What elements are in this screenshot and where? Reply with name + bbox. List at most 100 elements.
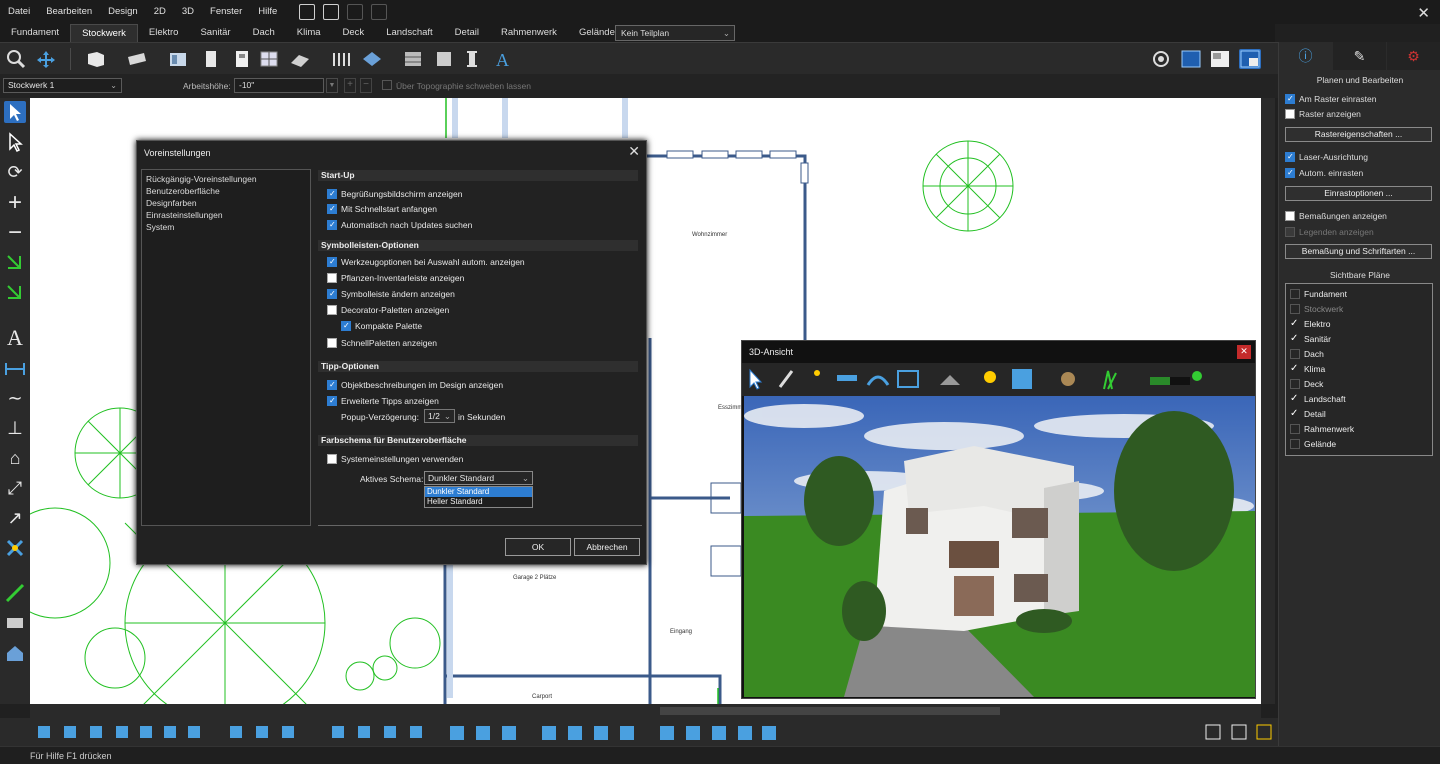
menu-3d[interactable]: 3D [174,0,202,24]
tab-deck[interactable]: Deck [332,24,376,42]
pan-icon[interactable] [35,49,57,69]
info-tab-icon[interactable]: ⓘ [1279,42,1332,70]
tab-elektro[interactable]: Elektro [138,24,190,42]
plus-icon[interactable]: + [344,78,356,93]
popup-delay-select[interactable]: 1/2 ⌄ [424,409,455,423]
compact-palette-checkbox[interactable] [341,321,351,331]
menu-help[interactable]: Hilfe [250,0,285,24]
tab-stockwerk[interactable]: Stockwerk [70,24,138,42]
wall-icon[interactable] [85,49,107,69]
window-close-icon[interactable]: ✕ [1417,4,1430,22]
home-icon[interactable] [4,642,26,664]
target-view-icon[interactable] [1150,49,1172,69]
shelf-icon[interactable] [433,49,455,69]
add-point-icon[interactable]: + [4,191,26,215]
cancel-button[interactable]: Abbrechen [574,538,640,556]
layout-view-icon[interactable] [1209,49,1231,69]
plan-checkbox[interactable] [1290,304,1300,314]
scroll-thumb[interactable] [660,707,1000,715]
dims-fonts-button[interactable]: Bemaßung und Schriftarten ... [1285,244,1432,259]
close-icon[interactable]: ✕ [628,143,640,160]
quickstart-checkbox[interactable] [327,204,337,214]
checkmark-icon[interactable]: ✓ [1290,409,1300,419]
menu-design[interactable]: Design [100,0,146,24]
select-objects-icon[interactable] [4,131,26,153]
ok-button[interactable]: OK [505,538,571,556]
plan-row[interactable]: Gelände [1290,437,1428,452]
tab-sanitaer[interactable]: Sanitär [189,24,241,42]
cabinet-icon[interactable] [167,49,189,69]
column-icon[interactable] [461,49,483,69]
zoom-icon[interactable] [5,49,27,69]
3d-render-scene[interactable] [744,396,1255,697]
window-icon[interactable] [258,49,280,69]
split-view-icon[interactable] [1239,49,1261,69]
nav-item-ui[interactable]: Benutzeroberfläche [146,185,306,197]
plan-row[interactable]: Dach [1290,347,1428,362]
welcome-checkbox[interactable] [327,189,337,199]
plant-chooser-icon[interactable] [4,582,26,604]
transform-icon[interactable] [4,537,26,559]
plan-row[interactable]: ✓ Sanitär [1290,332,1428,347]
show-dimensions-checkbox[interactable] [1285,211,1295,221]
tab-detail[interactable]: Detail [444,24,490,42]
scheme-option-light[interactable]: Heller Standard [425,497,532,507]
auto-snap-checkbox[interactable] [1285,168,1295,178]
plan-view-icon[interactable] [1180,49,1202,69]
snap-options-button[interactable]: Einrastoptionen ... [1285,186,1432,201]
line-icon[interactable]: ∼ [4,387,26,409]
tool-options-checkbox[interactable] [327,257,337,267]
menu-window[interactable]: Fenster [202,0,250,24]
menu-2d[interactable]: 2D [146,0,174,24]
minus-icon[interactable]: − [360,78,372,93]
cabinet-front-icon[interactable] [402,49,424,69]
show-grid-checkbox[interactable] [1285,109,1295,119]
plan-checkbox[interactable] [1290,379,1300,389]
door-icon[interactable] [200,49,222,69]
undo-icon[interactable] [347,4,364,20]
plan-row[interactable]: ✓ Elektro [1290,317,1428,332]
plant-inventory-checkbox[interactable] [327,273,337,283]
updates-checkbox[interactable] [327,220,337,230]
checkmark-icon[interactable]: ✓ [1290,364,1300,374]
height-dropdown-icon[interactable]: ▼ [326,78,338,93]
menu-file[interactable]: Datei [0,0,38,24]
text-tool-icon[interactable]: A [492,49,514,70]
grid-properties-button[interactable]: Rastereigenschaften ... [1285,127,1432,142]
topography-checkbox[interactable] [382,80,392,90]
angle-icon[interactable]: ⊥ [4,417,26,439]
nav-item-system[interactable]: System [146,221,306,233]
plan-row[interactable]: Stockwerk [1290,302,1428,317]
edit-toolbar-checkbox[interactable] [327,289,337,299]
show-legends-checkbox[interactable] [1285,227,1295,237]
checkmark-icon[interactable]: ✓ [1290,319,1300,329]
teilplan-select[interactable]: Kein Teilplan ⌄ [615,25,735,41]
checkmark-icon[interactable]: ✓ [1290,394,1300,404]
tab-fundament[interactable]: Fundament [0,24,70,42]
plan-row[interactable]: ✓ Landschaft [1290,392,1428,407]
close-icon[interactable]: ✕ [1237,345,1251,359]
tab-klima[interactable]: Klima [286,24,332,42]
plan-checkbox[interactable] [1290,289,1300,299]
decorator-checkbox[interactable] [327,305,337,315]
railing-icon[interactable] [330,49,352,69]
checkmark-icon[interactable]: ✓ [1290,334,1300,344]
menu-edit[interactable]: Bearbeiten [38,0,100,24]
object-descriptions-checkbox[interactable] [327,380,337,390]
settings-tab-icon[interactable]: ⚙ [1387,42,1440,70]
redo-icon[interactable] [371,4,388,20]
remove-point-icon[interactable]: − [4,221,26,245]
dimension-icon[interactable] [4,357,26,379]
vertical-scrollbar[interactable] [1261,98,1275,704]
nav-item-snap[interactable]: Einrasteinstellungen [146,209,306,221]
floor-tile-icon[interactable] [361,49,383,69]
arc-icon[interactable]: ⤢ [4,477,26,499]
rotate-icon[interactable]: ⟳ [4,161,26,183]
scale-green-icon[interactable] [4,282,26,304]
tag-tab-icon[interactable]: ✎ [1333,42,1386,70]
arrow-icon[interactable]: ↗ [4,507,26,529]
system-settings-checkbox[interactable] [327,454,337,464]
open-folder-icon[interactable] [299,4,316,20]
tab-dach[interactable]: Dach [242,24,286,42]
library-icon[interactable] [4,612,26,634]
